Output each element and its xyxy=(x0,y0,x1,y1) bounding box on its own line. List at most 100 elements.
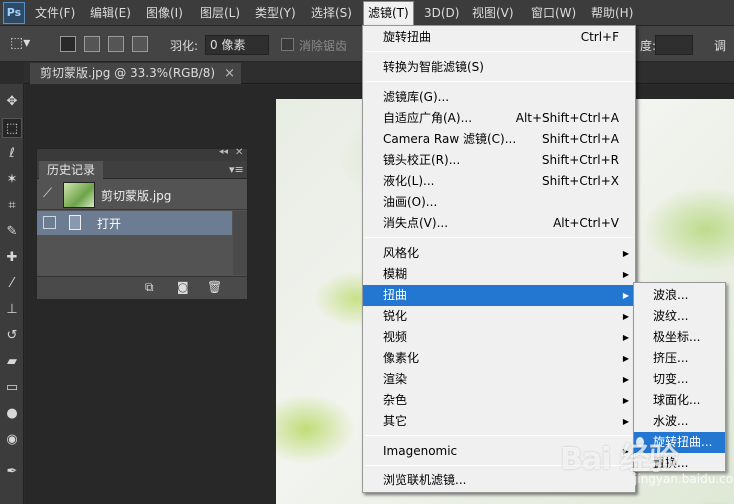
feather-label: 羽化: xyxy=(170,39,199,53)
menu-item-filter-gallery[interactable]: 滤镜库(G)... xyxy=(363,87,635,108)
step-checkbox[interactable] xyxy=(43,216,56,229)
move-icon[interactable]: ✥ xyxy=(2,92,22,112)
history-scrollbar[interactable] xyxy=(233,211,247,275)
step-name: 打开 xyxy=(97,217,122,231)
magic-wand-icon[interactable]: ✶ xyxy=(2,170,22,190)
menu-item-liquify[interactable]: 液化(L)... Shift+Ctrl+X xyxy=(363,171,635,192)
menu-filter[interactable]: 滤镜(T) xyxy=(363,1,414,26)
dodge-icon[interactable]: ◉ xyxy=(2,430,22,450)
menu-item-blur[interactable]: 模糊 ▶ xyxy=(363,264,635,285)
submenu-item-zigzag[interactable]: 水波... xyxy=(634,411,725,432)
menu-separator xyxy=(365,81,633,82)
eyedropper-icon[interactable]: ✎ xyxy=(2,222,22,242)
filter-menu: 旋转扭曲 Ctrl+F 转换为智能滤镜(S) 滤镜库(G)... 自适应广角(A… xyxy=(362,25,636,493)
menu-view[interactable]: 视图(V) xyxy=(468,0,518,26)
watermark-url: jingyan.baidu.com xyxy=(634,472,734,486)
submenu-item-shear[interactable]: 切变... xyxy=(634,369,725,390)
history-panel-header: ◂◂ ✕ xyxy=(37,147,247,161)
menu-separator xyxy=(365,51,633,52)
submenu-item-wave[interactable]: 波浪... xyxy=(634,285,725,306)
antialias-label: 消除锯齿 xyxy=(299,39,348,53)
history-panel: ◂◂ ✕ 历史记录 ▾≡ ⟋ 剪切蒙版.jpg 打开 ⧉ ◙ 🗑 xyxy=(36,147,248,300)
tools-panel: ✥ ⬚ ℓ ✶ ⌗ ✎ ✚ ⁄ ⊥ ↺ ▰ ▭ ● ◉ ✒ xyxy=(0,84,24,504)
pen-icon[interactable]: ✒ xyxy=(2,462,22,482)
submenu-arrow-icon: ▶ xyxy=(622,270,629,279)
lasso-icon[interactable]: ℓ xyxy=(2,144,22,164)
history-brush-source-icon[interactable]: ⟋ xyxy=(43,186,52,201)
new-document-from-state-icon[interactable]: ⧉ xyxy=(145,280,154,295)
menu-image[interactable]: 图像(I) xyxy=(142,0,187,26)
trash-icon[interactable]: 🗑 xyxy=(207,280,222,294)
photoshop-logo[interactable]: Ps xyxy=(3,2,25,24)
menu-edit[interactable]: 编辑(E) xyxy=(86,0,135,26)
submenu-item-polar-coordinates[interactable]: 极坐标... xyxy=(634,327,725,348)
menu-item-noise[interactable]: 杂色 ▶ xyxy=(363,390,635,411)
menu-item-render[interactable]: 渲染 ▶ xyxy=(363,369,635,390)
submenu-arrow-icon: ▶ xyxy=(622,354,629,363)
marquee-preset-icon[interactable]: ⬚▾ xyxy=(10,35,30,51)
menu-item-pixelate[interactable]: 像素化 ▶ xyxy=(363,348,635,369)
menu-item-other[interactable]: 其它 ▶ xyxy=(363,411,635,432)
close-icon[interactable]: × xyxy=(224,63,235,84)
antialias-checkbox[interactable] xyxy=(281,38,294,51)
close-icon[interactable]: ✕ xyxy=(235,147,243,158)
menu-window[interactable]: 窗口(W) xyxy=(527,0,580,26)
submenu-item-spherize[interactable]: 球面化... xyxy=(634,390,725,411)
collapse-icon[interactable]: ◂◂ xyxy=(219,147,228,157)
crop-icon[interactable]: ⌗ xyxy=(2,196,22,216)
menu-bar: Ps 文件(F) 编辑(E) 图像(I) 图层(L) 类型(Y) 选择(S) 滤… xyxy=(0,0,734,26)
menu-file[interactable]: 文件(F) xyxy=(31,0,79,26)
snapshot-name: 剪切蒙版.jpg xyxy=(101,189,172,203)
history-footer: ⧉ ◙ 🗑 xyxy=(37,276,247,299)
right-field-label: 度: xyxy=(640,39,657,53)
menu-select[interactable]: 选择(S) xyxy=(307,0,356,26)
right-field-input[interactable] xyxy=(655,35,693,55)
menu-help[interactable]: 帮助(H) xyxy=(587,0,637,26)
menu-3d[interactable]: 3D(D) xyxy=(420,0,463,26)
blur-icon[interactable]: ● xyxy=(2,404,22,424)
menu-layer[interactable]: 图层(L) xyxy=(196,0,244,26)
history-brush-icon[interactable]: ↺ xyxy=(2,326,22,346)
menu-item-sharpen[interactable]: 锐化 ▶ xyxy=(363,306,635,327)
tab-history[interactable]: 历史记录 xyxy=(39,161,104,179)
submenu-arrow-icon: ▶ xyxy=(622,396,629,405)
menu-item-lens-correction[interactable]: 镜头校正(R)... Shift+Ctrl+R xyxy=(363,150,635,171)
marquee-icon[interactable]: ⬚ xyxy=(2,118,22,138)
menu-item-camera-raw[interactable]: Camera Raw 滤镜(C)... Shift+Ctrl+A xyxy=(363,129,635,150)
baidu-watermark: Bai 经验 jingyan.baidu.com xyxy=(560,430,734,500)
document-tab-title: 剪切蒙版.jpg @ 33.3%(RGB/8) xyxy=(40,66,216,80)
camera-icon[interactable]: ◙ xyxy=(177,280,189,294)
history-snapshot[interactable]: ⟋ 剪切蒙版.jpg xyxy=(37,180,247,210)
submenu-item-ripple[interactable]: 波纹... xyxy=(634,306,725,327)
submenu-arrow-icon: ▶ xyxy=(622,375,629,384)
feather-input[interactable]: 0 像素 xyxy=(205,35,269,55)
document-tab[interactable]: 剪切蒙版.jpg @ 33.3%(RGB/8) × xyxy=(30,63,242,84)
new-selection-button[interactable] xyxy=(60,36,76,52)
submenu-arrow-icon: ▶ xyxy=(622,312,629,321)
menu-item-distort[interactable]: 扭曲 ▶ xyxy=(363,285,635,306)
history-step[interactable]: 打开 xyxy=(37,211,232,235)
brush-icon[interactable]: ⁄ xyxy=(2,274,22,294)
intersect-selection-button[interactable] xyxy=(132,36,148,52)
menu-item-convert-smart-filter[interactable]: 转换为智能滤镜(S) xyxy=(363,57,635,78)
menu-item-last-filter[interactable]: 旋转扭曲 Ctrl+F xyxy=(363,27,635,48)
menu-type[interactable]: 类型(Y) xyxy=(251,0,300,26)
refine-edge-button[interactable]: 调 xyxy=(714,37,726,54)
menu-separator xyxy=(365,237,633,238)
menu-item-oil-paint[interactable]: 油画(O)... xyxy=(363,192,635,213)
menu-item-adaptive-wide-angle[interactable]: 自适应广角(A)... Alt+Shift+Ctrl+A xyxy=(363,108,635,129)
submenu-item-pinch[interactable]: 挤压... xyxy=(634,348,725,369)
panel-menu-icon[interactable]: ▾≡ xyxy=(229,163,244,176)
menu-item-stylize[interactable]: 风格化 ▶ xyxy=(363,243,635,264)
add-selection-button[interactable] xyxy=(84,36,100,52)
submenu-arrow-icon: ▶ xyxy=(622,249,629,258)
eraser-icon[interactable]: ▰ xyxy=(2,352,22,372)
menu-item-video[interactable]: 视频 ▶ xyxy=(363,327,635,348)
healing-brush-icon[interactable]: ✚ xyxy=(2,248,22,268)
subtract-selection-button[interactable] xyxy=(108,36,124,52)
stamp-icon[interactable]: ⊥ xyxy=(2,300,22,320)
document-icon xyxy=(69,215,81,230)
submenu-arrow-icon: ▶ xyxy=(622,291,629,300)
menu-item-vanishing-point[interactable]: 消失点(V)... Alt+Ctrl+V xyxy=(363,213,635,234)
gradient-icon[interactable]: ▭ xyxy=(2,378,22,398)
